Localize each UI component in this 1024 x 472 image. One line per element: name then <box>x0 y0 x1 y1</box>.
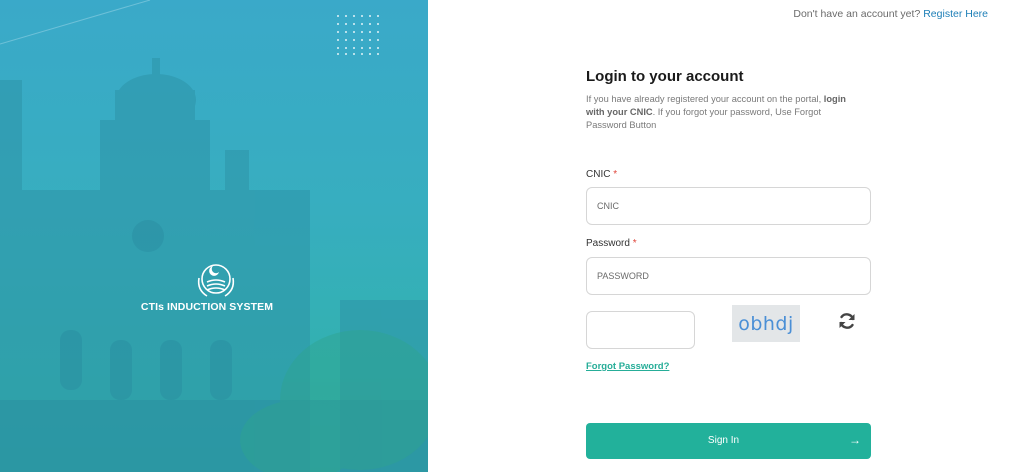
cnic-label-text: CNIC <box>586 169 611 180</box>
cnic-input[interactable] <box>586 187 871 225</box>
password-label-text: Password <box>586 238 630 249</box>
login-header: Login to your account If you have alread… <box>586 68 872 132</box>
punjab-emblem-icon <box>197 264 235 297</box>
login-title: Login to your account <box>586 68 744 85</box>
required-mark: * <box>613 169 618 180</box>
register-link[interactable]: Register Here <box>923 8 988 20</box>
dot-pattern <box>337 15 379 55</box>
register-question: Don't have an account yet? <box>793 8 921 20</box>
login-description: If you have already registered your acco… <box>586 93 856 132</box>
cnic-label: CNIC * <box>586 169 617 180</box>
arrow-right-icon: → <box>849 433 861 447</box>
password-label: Password * <box>586 238 637 249</box>
system-title: CTIs INDUCTION SYSTEM <box>140 301 274 313</box>
captcha-input[interactable] <box>586 311 695 349</box>
required-mark: * <box>632 238 637 249</box>
forgot-password-link[interactable]: Forgot Password? <box>586 361 669 372</box>
captcha-text: obhdj <box>738 312 794 335</box>
sign-in-button[interactable]: Sign In → <box>586 423 871 459</box>
desc-part-1: If you have already registered your acco… <box>586 94 822 104</box>
sign-in-label: Sign In <box>707 435 740 446</box>
refresh-icon[interactable] <box>837 311 857 331</box>
password-input[interactable] <box>586 257 871 295</box>
hero-panel: CTIs INDUCTION SYSTEM <box>0 0 428 472</box>
captcha-image: obhdj <box>732 305 800 342</box>
register-prompt: Don't have an account yet? Register Here <box>793 8 988 20</box>
building-background-image <box>0 0 428 472</box>
